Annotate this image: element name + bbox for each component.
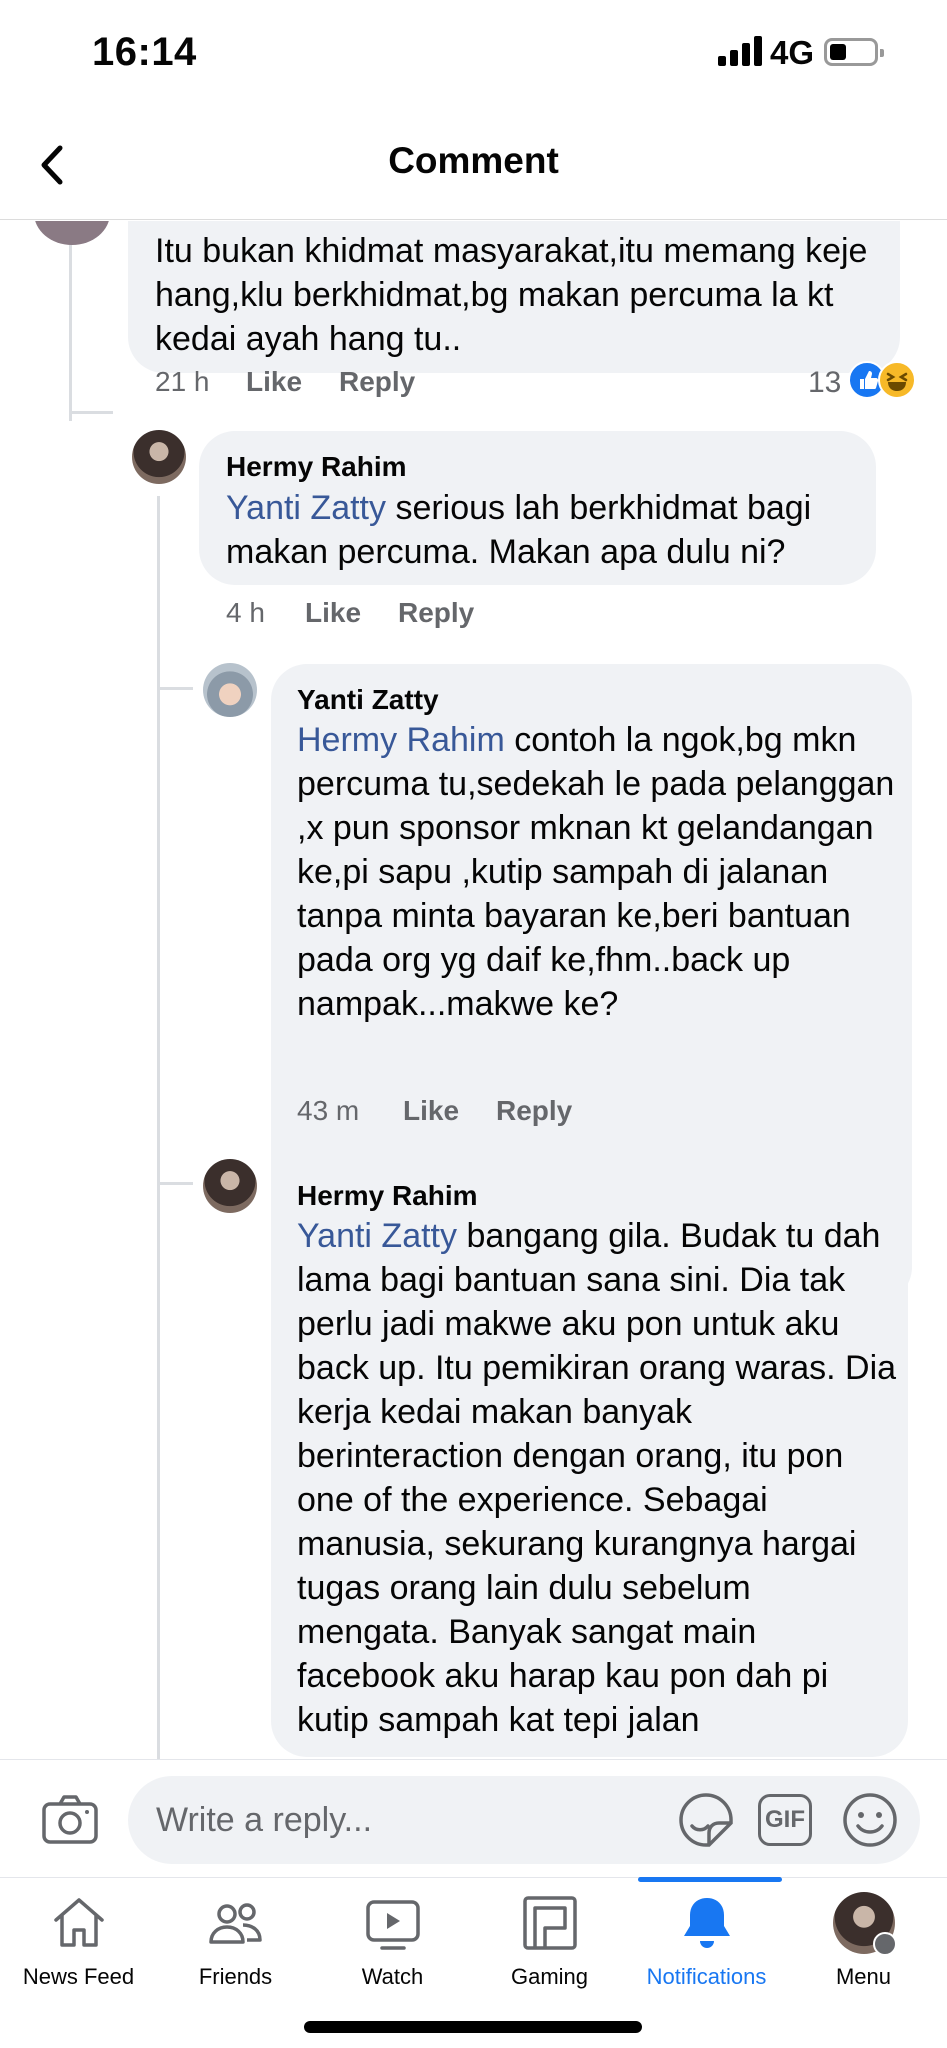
comment-time: 21 h bbox=[155, 366, 210, 397]
thread-line bbox=[157, 496, 160, 1759]
nav-label: Watch bbox=[361, 1964, 424, 1989]
emoji-button[interactable] bbox=[840, 1790, 900, 1850]
comment-text: Yanti Zatty serious lah berkhidmat bagi … bbox=[226, 486, 866, 574]
nav-label: Menu bbox=[835, 1964, 892, 1989]
comment-text: Itu bukan khidmat masyarakat,itu memang … bbox=[155, 232, 868, 358]
comment-body: contoh la ngok,bg mkn percuma tu,sedekah… bbox=[297, 721, 895, 1023]
comment-time: 43 m bbox=[297, 1095, 360, 1126]
camera-button[interactable] bbox=[40, 1792, 100, 1848]
network-label: 4G bbox=[770, 34, 815, 71]
bell-icon bbox=[684, 1898, 730, 1948]
home-icon bbox=[54, 1898, 104, 1947]
reply-input[interactable] bbox=[156, 1776, 676, 1864]
bottom-nav: News Feed Friends Watch Gaming Notificat… bbox=[0, 1877, 947, 2048]
reply-input-container[interactable]: GIF bbox=[128, 1776, 920, 1864]
thread-line bbox=[69, 221, 72, 421]
avatar[interactable] bbox=[132, 430, 186, 484]
comment-meta: 4 h Like Reply bbox=[226, 597, 626, 637]
comment-author[interactable]: Hermy Rahim bbox=[226, 451, 407, 483]
like-button[interactable]: Like bbox=[246, 366, 302, 398]
avatar[interactable] bbox=[203, 1159, 257, 1213]
comment-body: bangang gila. Budak tu dah lama bagi ban… bbox=[297, 1217, 897, 1739]
comment-text: Yanti Zatty bangang gila. Budak tu dah l… bbox=[297, 1214, 897, 1742]
battery-icon bbox=[824, 38, 884, 66]
nav-menu[interactable]: Menu bbox=[785, 1878, 942, 2008]
comment-text: Hermy Rahim contoh la ngok,bg mkn percum… bbox=[297, 718, 897, 1026]
comment-author[interactable]: Hermy Rahim bbox=[297, 1180, 478, 1212]
like-button[interactable]: Like bbox=[403, 1095, 459, 1127]
comment-time: 4 h bbox=[226, 597, 265, 628]
nav-news-feed[interactable]: News Feed bbox=[0, 1878, 157, 2008]
reply-button[interactable]: Reply bbox=[398, 597, 474, 629]
home-indicator bbox=[304, 2021, 642, 2033]
comment-author[interactable]: Yanti Zatty bbox=[297, 684, 439, 716]
comment-bubble: Hermy Rahim Yanti Zatty serious lah berk… bbox=[199, 431, 876, 585]
gaming-icon bbox=[523, 1896, 577, 1950]
nav-watch[interactable]: Watch bbox=[314, 1878, 471, 2008]
nav-friends[interactable]: Friends bbox=[157, 1878, 314, 2008]
nav-label: News Feed bbox=[22, 1964, 135, 1989]
haha-reaction-icon bbox=[878, 361, 916, 399]
comment-meta: 21 h Like Reply bbox=[155, 366, 655, 406]
nav-gaming[interactable]: Gaming bbox=[471, 1878, 628, 2008]
sticker-button[interactable] bbox=[676, 1790, 736, 1850]
thread-line bbox=[157, 687, 193, 690]
camera-icon bbox=[42, 1795, 98, 1844]
emoji-icon bbox=[843, 1793, 897, 1847]
reply-button[interactable]: Reply bbox=[339, 366, 415, 398]
comment-thread[interactable]: Itu bukan khidmat masyarakat,itu memang … bbox=[0, 221, 947, 1759]
reaction-summary[interactable] bbox=[848, 361, 922, 401]
nav-label: Friends bbox=[198, 1964, 273, 1989]
mention-link[interactable]: Hermy Rahim bbox=[297, 721, 505, 759]
friends-icon bbox=[209, 1903, 262, 1944]
like-button[interactable]: Like bbox=[305, 597, 361, 629]
sticker-icon bbox=[679, 1793, 733, 1847]
comment-bubble: Hermy Rahim Yanti Zatty bangang gila. Bu… bbox=[271, 1160, 908, 1757]
reaction-count[interactable]: 13 bbox=[808, 366, 841, 400]
menu-icon bbox=[873, 1932, 897, 1956]
watch-icon bbox=[366, 1900, 420, 1950]
header: Comment bbox=[0, 110, 947, 220]
profile-avatar bbox=[833, 1892, 897, 1956]
thread-line bbox=[69, 411, 113, 414]
comment-meta: 43 m Like Reply bbox=[297, 1095, 697, 1135]
mention-link[interactable]: Yanti Zatty bbox=[226, 489, 386, 527]
comment-bubble: Itu bukan khidmat masyarakat,itu memang … bbox=[128, 221, 900, 373]
thread-line bbox=[157, 1182, 193, 1185]
avatar[interactable] bbox=[203, 663, 257, 717]
reply-button[interactable]: Reply bbox=[496, 1095, 572, 1127]
nav-notifications[interactable]: Notifications bbox=[628, 1878, 785, 2008]
page-title: Comment bbox=[388, 140, 559, 181]
nav-label: Notifications bbox=[646, 1964, 767, 1989]
nav-label: Gaming bbox=[510, 1964, 589, 1989]
signal-icon bbox=[718, 36, 762, 66]
status-bar: 16:14 4G bbox=[0, 0, 947, 110]
gif-button[interactable]: GIF bbox=[758, 1794, 812, 1846]
mention-link[interactable]: Yanti Zatty bbox=[297, 1217, 457, 1255]
reply-composer: GIF bbox=[0, 1759, 947, 1877]
status-time: 16:14 bbox=[92, 30, 197, 74]
avatar[interactable] bbox=[34, 221, 110, 245]
